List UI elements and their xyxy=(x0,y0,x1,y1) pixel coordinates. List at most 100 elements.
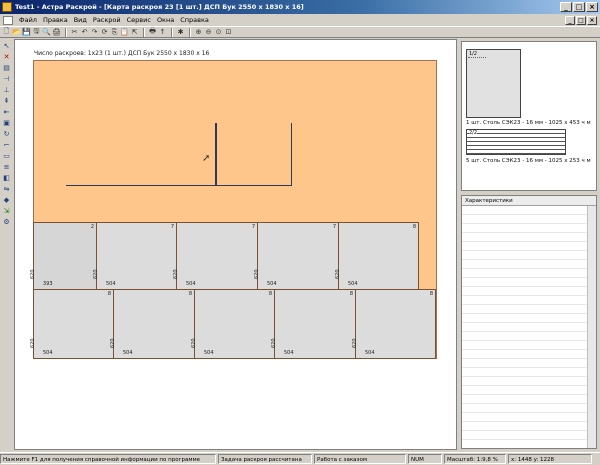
sheet-header: Число раскроев: 1x23 (1 шт.) ДСП Бук 255… xyxy=(34,50,210,57)
menu-cutting[interactable]: Раскрой xyxy=(90,16,124,24)
align-top-icon[interactable]: ⇞ xyxy=(2,96,12,106)
export-icon[interactable]: ⇲ xyxy=(2,206,12,216)
part-row1-3[interactable]: 7 620 504 xyxy=(173,222,258,290)
sheet-board[interactable]: ➚ 2 620 393 7 620 504 7 620 504 7 620 50… xyxy=(30,60,437,359)
cut-line-vertical-2[interactable] xyxy=(291,123,292,186)
part-width: 504 xyxy=(123,350,133,356)
menu-help[interactable]: Справка xyxy=(177,16,212,24)
toolbar-separator xyxy=(65,27,67,37)
paint-icon[interactable]: ◆ xyxy=(2,195,12,205)
print-preview-icon[interactable]: 🔍 xyxy=(42,28,51,37)
edge-icon[interactable]: ▭ xyxy=(2,151,12,161)
cutting-maps-list[interactable]: 1/2 1 шт. Столь СЭК23 - 16 мм - 1025 х 4… xyxy=(461,41,597,191)
cut-vertical-icon[interactable]: ⊥ xyxy=(2,85,12,95)
properties-scrollbar[interactable] xyxy=(587,206,596,448)
map-caption-1: 1 шт. Столь СЭК23 - 16 мм - 1025 х 453 ч… xyxy=(466,120,591,126)
part-width: 393 xyxy=(43,281,53,287)
map-thumbnail-2[interactable]: 2/2 xyxy=(466,129,566,155)
part-height: 620 xyxy=(30,338,36,348)
group-icon[interactable]: ▣ xyxy=(2,118,12,128)
paste-icon[interactable]: 📋 xyxy=(120,28,129,37)
mdi-controls: _ □ × xyxy=(565,15,600,25)
part-qty: 7 xyxy=(251,224,255,230)
menu-windows[interactable]: Окна xyxy=(154,16,177,24)
part-row2-5[interactable]: 8 620 504 xyxy=(352,289,436,359)
magic-icon[interactable]: ✱ xyxy=(176,28,185,37)
cut-line-vertical-1[interactable] xyxy=(215,123,217,186)
document-icon[interactable] xyxy=(3,15,13,25)
properties-grid[interactable] xyxy=(462,206,587,448)
thumbnail-index: 2/2 xyxy=(469,130,478,136)
part-height: 620 xyxy=(335,269,341,279)
save-all-icon[interactable]: 🖫 xyxy=(32,27,41,37)
doc-close-button[interactable]: × xyxy=(587,15,597,25)
menu-bar: Файл Правка Вид Раскрой Сервис Окна Спра… xyxy=(0,14,600,26)
app-icon xyxy=(2,2,12,12)
part-width: 504 xyxy=(186,281,196,287)
menu-edit[interactable]: Правка xyxy=(40,16,71,24)
open-icon[interactable]: 📂 xyxy=(12,28,21,37)
settings-icon[interactable]: ⚙ xyxy=(2,217,12,227)
part-height: 620 xyxy=(271,338,277,348)
zoom-fit-icon[interactable]: ⊙ xyxy=(214,28,223,37)
printer-icon[interactable]: 🖶 xyxy=(148,27,157,37)
cut-horizontal-icon[interactable]: ⊣ xyxy=(2,74,12,84)
part-width: 504 xyxy=(365,350,375,356)
zoom-in-icon[interactable]: ⊕ xyxy=(194,28,203,37)
map-thumbnail-1[interactable]: 1/2 xyxy=(466,49,521,118)
copy-icon[interactable]: ⎘ xyxy=(110,28,119,37)
stack-icon[interactable]: ≡ xyxy=(2,162,12,172)
part-row1-5[interactable]: 8 620 504 xyxy=(335,222,419,290)
part-height: 620 xyxy=(352,338,358,348)
part-row2-3[interactable]: 8 620 504 xyxy=(191,289,275,359)
part-height: 620 xyxy=(191,338,197,348)
zoom-page-icon[interactable]: ⊡ xyxy=(224,28,233,37)
part-row1-2[interactable]: 7 620 504 xyxy=(93,222,177,290)
part-height: 620 xyxy=(93,269,99,279)
status-mode: Задача раскроя рассчитана xyxy=(218,454,312,464)
menu-file[interactable]: Файл xyxy=(16,16,40,24)
minimize-button[interactable]: _ xyxy=(560,2,572,12)
delete-icon[interactable]: ✕ xyxy=(2,52,12,62)
select-arrow-icon[interactable]: ↖ xyxy=(2,41,12,51)
arrow-up-icon[interactable]: ↑ xyxy=(158,28,167,37)
status-state: Работа с заказом xyxy=(314,454,406,464)
cut-line-horizontal[interactable] xyxy=(66,185,292,186)
print-icon[interactable]: 🖨 xyxy=(52,28,61,37)
flip-icon[interactable]: ⇋ xyxy=(2,184,12,194)
part-row2-2[interactable]: 8 620 504 xyxy=(110,289,195,359)
part-width: 504 xyxy=(106,281,116,287)
menu-service[interactable]: Сервис xyxy=(124,16,154,24)
part-row1-4[interactable]: 7 620 504 xyxy=(254,222,339,290)
doc-restore-button[interactable]: □ xyxy=(576,15,586,25)
layer-icon[interactable]: ▤ xyxy=(2,63,12,73)
zoom-out-icon[interactable]: ⊖ xyxy=(204,28,213,37)
redo-icon[interactable]: ↷ xyxy=(90,28,99,37)
part-row1-1[interactable]: 2 620 393 xyxy=(30,222,97,290)
toolbar-separator xyxy=(143,27,145,37)
maximize-button[interactable]: □ xyxy=(573,2,585,12)
rotate-icon[interactable]: ↻ xyxy=(2,129,12,139)
cutting-map-canvas[interactable]: Число раскроев: 1x23 (1 шт.) ДСП Бук 255… xyxy=(14,39,457,450)
save-icon[interactable]: 💾 xyxy=(22,28,31,37)
undo-icon[interactable]: ↶ xyxy=(80,28,89,37)
doc-minimize-button[interactable]: _ xyxy=(565,15,575,25)
toolbar-separator xyxy=(189,27,191,37)
new-icon[interactable]: 🗋 xyxy=(2,27,11,37)
close-button[interactable]: × xyxy=(586,2,598,12)
part-width: 504 xyxy=(267,281,277,287)
trim-icon[interactable]: ⌐ xyxy=(2,140,12,150)
part-qty: 8 xyxy=(188,291,192,297)
align-left-icon[interactable]: ⇤ xyxy=(2,107,12,117)
fill-icon[interactable]: ◧ xyxy=(2,173,12,183)
part-height: 620 xyxy=(110,338,116,348)
part-row2-1[interactable]: 8 620 504 xyxy=(30,289,114,359)
menu-view[interactable]: Вид xyxy=(71,16,90,24)
properties-panel: Характеристики xyxy=(461,195,597,449)
status-hint: Нажмите F1 для получения справочной инфо… xyxy=(0,454,216,464)
refresh-icon[interactable]: ⟳ xyxy=(100,28,109,37)
window-title: Test1 - Астра Раскрой - [Карта раскроя 2… xyxy=(15,3,304,11)
cut-icon[interactable]: ✂ xyxy=(70,28,79,37)
export-icon[interactable]: ⇱ xyxy=(130,28,139,37)
part-row2-4[interactable]: 8 620 504 xyxy=(271,289,356,359)
